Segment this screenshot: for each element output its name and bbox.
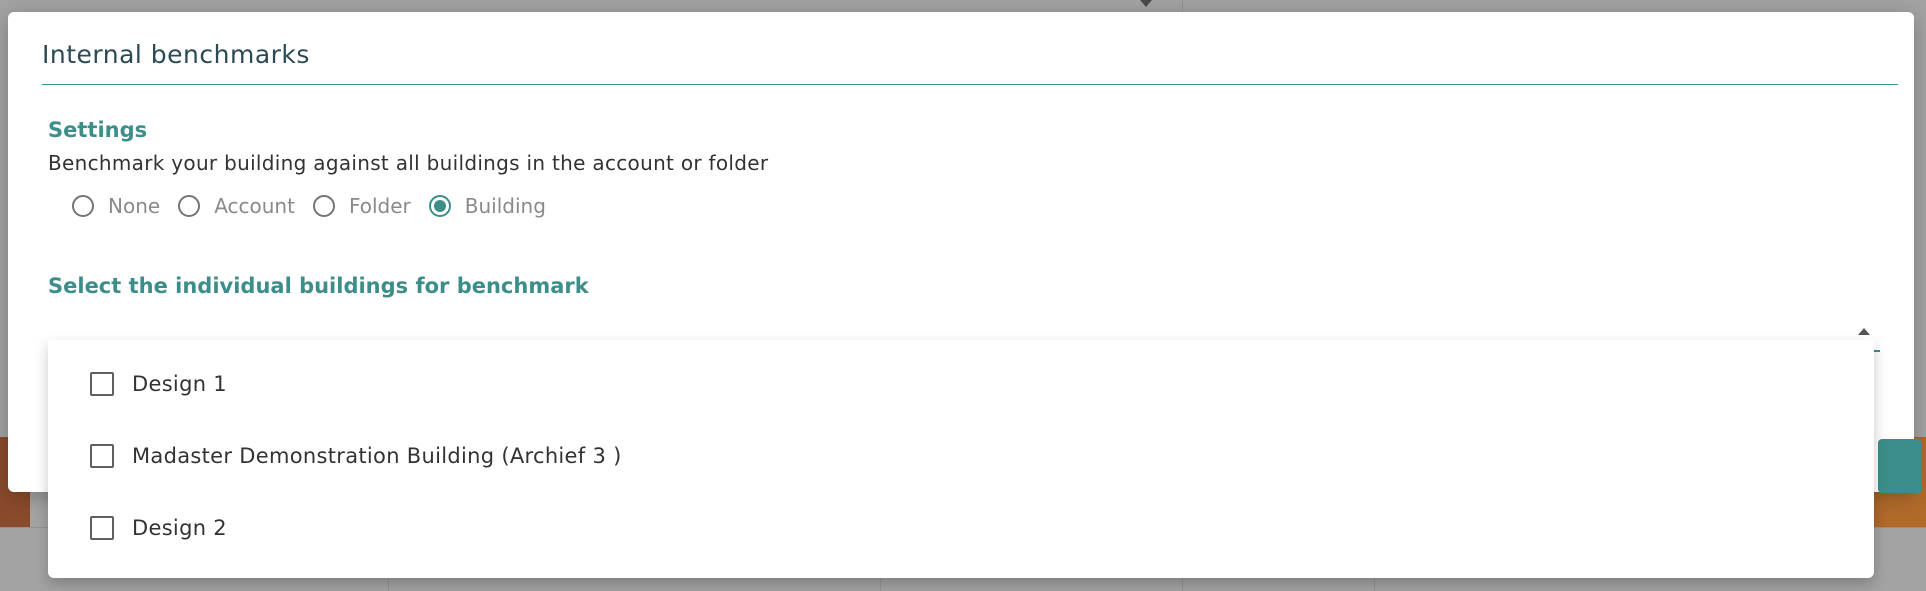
dropdown-option-label: Madaster Demonstration Building (Archief… bbox=[132, 444, 622, 468]
radio-label: Folder bbox=[348, 194, 411, 218]
radio-option-building[interactable]: Building bbox=[428, 194, 546, 218]
radio-icon[interactable] bbox=[428, 195, 451, 217]
dropdown-option[interactable]: Madaster Demonstration Building (Archief… bbox=[48, 426, 1874, 486]
radio-label: Account bbox=[214, 194, 295, 218]
radio-icon[interactable] bbox=[312, 195, 335, 217]
confirm-button[interactable] bbox=[1878, 439, 1922, 493]
building-select-label: Select the individual buildings for benc… bbox=[48, 274, 589, 298]
dropdown-option-label: Design 2 bbox=[132, 516, 227, 540]
caret-up-icon[interactable] bbox=[1858, 328, 1870, 335]
radio-option-account[interactable]: Account bbox=[178, 194, 295, 218]
checkbox-icon[interactable] bbox=[90, 372, 114, 396]
benchmark-description: Benchmark your building against all buil… bbox=[48, 151, 769, 175]
checkbox-icon[interactable] bbox=[90, 516, 114, 540]
dropdown-option[interactable]: Design 1 bbox=[48, 354, 1874, 414]
dialog-title: Internal benchmarks bbox=[42, 40, 310, 69]
radio-label: Building bbox=[464, 194, 546, 218]
radio-label: None bbox=[108, 194, 161, 218]
radio-icon[interactable] bbox=[178, 195, 201, 217]
radio-option-folder[interactable]: Folder bbox=[312, 194, 411, 218]
title-divider bbox=[42, 84, 1898, 85]
radio-icon[interactable] bbox=[72, 195, 94, 217]
bg-caret-icon bbox=[1140, 0, 1152, 7]
dropdown-option-label: Design 1 bbox=[132, 372, 227, 396]
checkbox-icon[interactable] bbox=[90, 444, 114, 468]
benchmark-scope-radio-group: None Account Folder Building bbox=[72, 194, 564, 218]
building-select-dropdown: Design 1 Madaster Demonstration Building… bbox=[48, 340, 1874, 578]
settings-label: Settings bbox=[48, 118, 148, 142]
dropdown-option[interactable]: Design 2 bbox=[48, 498, 1874, 558]
radio-option-none[interactable]: None bbox=[72, 194, 160, 218]
